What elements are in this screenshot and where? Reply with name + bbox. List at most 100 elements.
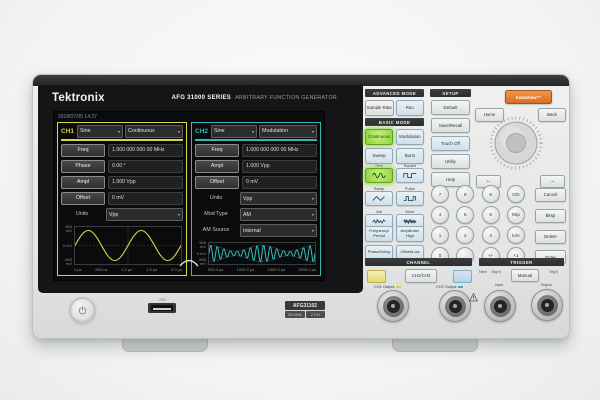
ch1-units-dropdown[interactable]: Vpp▾: [106, 208, 183, 221]
power-button[interactable]: [69, 297, 96, 324]
key-g-n[interactable]: G/n: [507, 185, 525, 203]
manual-trigger-button[interactable]: Manual: [511, 269, 539, 282]
key-9[interactable]: 9: [482, 185, 500, 203]
ch2-freq-value[interactable]: 1.000 000 000 00 MHz: [242, 144, 317, 157]
touch-off-button[interactable]: Touch Off: [431, 136, 470, 151]
ch1-offset-row: Offset0 mV: [61, 192, 183, 205]
key-3[interactable]: 3: [482, 226, 500, 244]
badge-model-number: AFG31102: [285, 301, 325, 310]
x-axis-ticks: 500.0 µs1000.0 µs1500.0 µs2000.0 µs: [208, 267, 316, 272]
ch1-phase-value[interactable]: 0.00 °: [108, 160, 183, 173]
ch1-ch2-switch-button[interactable]: CH1/CH2: [405, 269, 437, 283]
x-axis-tick: 0 ps: [74, 267, 82, 272]
ch2-offset-row: Offset0 mV: [195, 176, 317, 189]
delete-button[interactable]: Delete: [535, 230, 566, 244]
ch1-waveform-preview[interactable]: 500 mV0 mV-500 mV0 ps500 ns1.0 µs1.5 µs2…: [61, 225, 183, 272]
continuous-button[interactable]: Continuous: [365, 129, 393, 145]
ch1-mode-dropdown[interactable]: Continuous▾: [125, 125, 183, 138]
ch2-ampl-value[interactable]: 1.000 Vpp: [242, 160, 317, 173]
setup-header: SETUP: [430, 89, 471, 97]
pulse-icon: [403, 195, 417, 202]
model-series: AFG 31000 SERIES: [172, 95, 232, 101]
pulse-button[interactable]: [396, 191, 424, 206]
square-button[interactable]: [396, 168, 424, 183]
rotary-knob[interactable]: [488, 115, 544, 171]
ch1-accent-line: [61, 139, 183, 141]
ramp-button[interactable]: [365, 191, 393, 206]
trigger-next-label: Next: [479, 270, 487, 274]
advanced-mode-header: ADVANCED MODE: [365, 89, 424, 97]
model-title: AFG 31000 SERIES ARBITRARY FUNCTION GENE…: [172, 95, 337, 101]
ch2-offset-value[interactable]: 0 mV: [242, 176, 317, 189]
burst-button[interactable]: Burst: [396, 148, 424, 164]
cursor-right-button[interactable]: →: [540, 175, 565, 188]
badge-spec: 25 MHz: [285, 311, 305, 318]
ch2-units-dropdown[interactable]: Vpp▾: [240, 192, 317, 205]
dropdown-arrow-icon: ▾: [312, 228, 314, 233]
ch2-accent-line: [195, 139, 317, 141]
ch1-offset-button[interactable]: Offset: [61, 192, 105, 205]
key-1[interactable]: 1: [431, 226, 449, 244]
key-k-m[interactable]: k/m: [507, 226, 525, 244]
ch2-on-button[interactable]: [453, 270, 472, 283]
bksp-button[interactable]: Bksp: [535, 209, 566, 223]
ch1-color-chip: [396, 286, 401, 288]
sine-button[interactable]: [365, 168, 393, 183]
x-axis-tick: 1.5 µs: [146, 267, 157, 272]
swipe-handle-icon[interactable]: [178, 258, 200, 267]
ch1-waveform-dropdown[interactable]: Sine▾: [77, 125, 123, 138]
power-icon: [78, 306, 87, 315]
numeric-keypad: 789G/n456M/µ123k/m0.+/-×1: [431, 185, 523, 265]
key-8[interactable]: 8: [456, 185, 474, 203]
x-axis-tick: 500 ns: [95, 267, 107, 272]
utility-button[interactable]: Utility: [431, 154, 470, 169]
touchscreen[interactable]: 2018/07/05 14:27 CH1Sine▾Continuous▾Freq…: [53, 111, 325, 281]
modulation-button[interactable]: Modulation: [396, 129, 424, 145]
function-key-buttons: Frequency/​PeriodAmplitude/​HighPhase/​D…: [365, 226, 424, 260]
ch1-freq-button[interactable]: Freq: [61, 144, 105, 157]
advanced-mode-buttons: Sample RateRun: [365, 100, 424, 116]
ch1-header: CH1Sine▾Continuous▾: [61, 125, 183, 137]
ch2-freq-button[interactable]: Freq: [195, 144, 239, 157]
ch2-mod-type-dropdown[interactable]: AM▾: [240, 208, 317, 221]
sweep-button[interactable]: Sweep: [365, 148, 393, 164]
key-6[interactable]: 6: [482, 206, 500, 224]
ch1-plot-area: [74, 226, 182, 265]
run-button[interactable]: Run: [396, 100, 425, 116]
ch2-mode-dropdown[interactable]: Modulation▾: [259, 125, 317, 138]
ch1-units-label: Units: [61, 208, 103, 221]
key-4[interactable]: 4: [431, 206, 449, 224]
key-5[interactable]: 5: [456, 206, 474, 224]
ch2-ampl-button[interactable]: Ampl: [195, 160, 239, 173]
key-2[interactable]: 2: [456, 226, 474, 244]
channel-panel-ch1: CH1Sine▾Continuous▾ Freq1.000 000 000 00 …: [57, 122, 187, 276]
ch1-freq-value[interactable]: 1.000 000 000 00 MHz: [108, 144, 183, 157]
save-recall-button[interactable]: Save/Recall: [431, 118, 470, 133]
frequency-period-button[interactable]: Frequency/​Period: [365, 226, 393, 242]
ch2-waveform-preview[interactable]: 500 mV0 mV-500 mV500.0 µs1000.0 µs1500.0…: [195, 241, 317, 272]
key-m-micro[interactable]: M/µ: [507, 206, 525, 224]
x-axis-tick: 1000.0 µs: [237, 267, 255, 272]
default-button[interactable]: Default: [431, 100, 470, 115]
ch1-offset-value[interactable]: 0 mV: [108, 192, 183, 205]
ch1-ampl-value[interactable]: 1.000 Vpp: [108, 176, 183, 189]
ch2-offset-button[interactable]: Offset: [195, 176, 239, 189]
ch1-phase-button[interactable]: Phase: [61, 160, 105, 173]
arb-icon: [372, 218, 386, 225]
ch1-on-button[interactable]: [367, 270, 386, 283]
ch1-units-row: UnitsVpp▾: [61, 208, 183, 221]
key-7[interactable]: 7: [431, 185, 449, 203]
ch1-ampl-button[interactable]: Ampl: [61, 176, 105, 189]
cancel-button[interactable]: Cancel: [535, 188, 566, 202]
badge-specs: 25 MHz2 CH: [285, 311, 325, 318]
basic-mode-buttons: ContinuousModulationSweepBurst: [365, 129, 424, 164]
y-axis-tick: -500 mV: [61, 258, 72, 266]
ch2-waveform-dropdown[interactable]: Sine▾: [211, 125, 257, 138]
noise-icon: [403, 218, 417, 225]
instaview-button[interactable]: InstaView™: [505, 90, 552, 104]
sample-rate-button[interactable]: Sample Rate: [365, 100, 394, 116]
ch2-am-source-dropdown[interactable]: Internal▾: [240, 224, 317, 237]
channel-panel-ch2: CH2Sine▾Modulation▾Freq1.000 000 000 00 …: [191, 122, 321, 276]
amplitude-high-button[interactable]: Amplitude/​High: [396, 226, 424, 242]
ramp-icon: [372, 195, 386, 202]
